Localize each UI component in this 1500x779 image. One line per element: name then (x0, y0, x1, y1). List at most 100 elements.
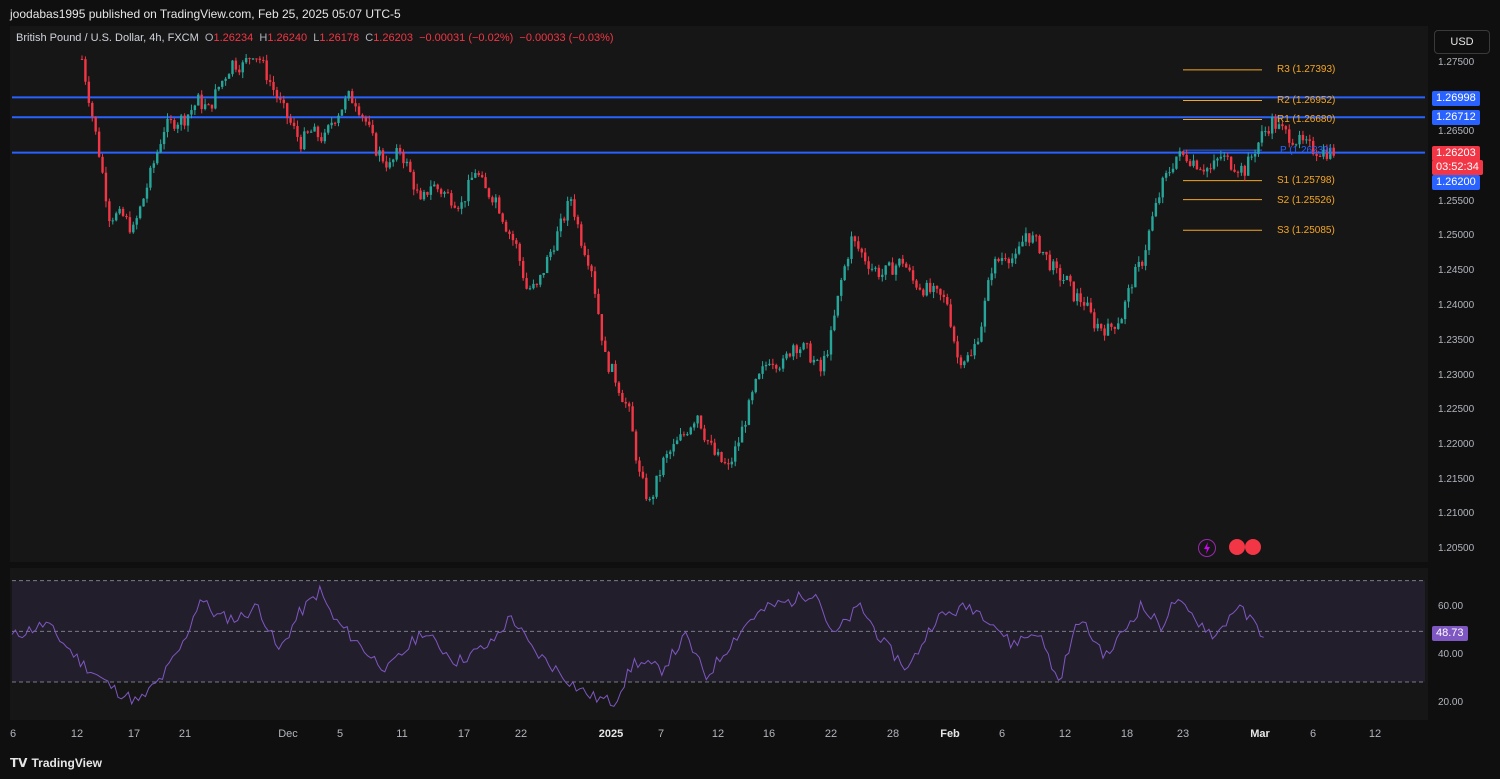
candle-body (689, 427, 692, 435)
candle-body (309, 131, 313, 133)
candle-body (915, 280, 918, 288)
candle-body (658, 475, 662, 477)
candle-body (586, 255, 590, 266)
time-axis-label: 21 (178, 728, 192, 740)
candle-body (1041, 251, 1045, 254)
candle-body (1212, 160, 1216, 169)
candle-body (1164, 173, 1168, 178)
candle-body (385, 161, 388, 168)
candle-body (1205, 168, 1209, 172)
candle-body (696, 415, 699, 424)
candle-body (532, 283, 535, 289)
candle-body (340, 109, 344, 116)
symbol-legend: British Pound / U.S. Dollar, 4h, FXCM O1… (16, 32, 614, 44)
candle-body (436, 184, 439, 190)
candle-body (368, 121, 371, 125)
candle-body (949, 304, 952, 327)
candle-body (190, 110, 193, 115)
candle-body (453, 205, 456, 208)
price-axis-label: 1.21000 (1438, 508, 1475, 519)
candle-body (135, 218, 138, 225)
candle-body (378, 150, 381, 156)
candle-body (905, 263, 908, 268)
candle-body (104, 172, 108, 202)
candle-body (426, 191, 429, 195)
candle-body (84, 59, 87, 82)
rsi-axis-label: 60.00 (1438, 601, 1464, 612)
candle-body (870, 268, 874, 270)
level-tag-2: 1.26712 (1432, 110, 1480, 125)
candle-body (224, 78, 227, 81)
candle-body (675, 440, 679, 445)
candle-body (740, 426, 744, 443)
candle-body (706, 440, 710, 442)
candle-body (1014, 253, 1017, 259)
candle-body (1062, 280, 1065, 282)
candle-body (193, 105, 197, 111)
time-axis-label: Mar (1250, 728, 1270, 740)
change-value: −0.00031 (−0.02%) (419, 32, 514, 44)
candle-body (1072, 281, 1075, 302)
candle-body (480, 175, 484, 178)
candle-body (316, 126, 320, 138)
candle-body (826, 354, 829, 356)
time-axis-label: 7 (657, 728, 665, 740)
candle-body (419, 190, 422, 200)
time-axis-label: 12 (711, 728, 725, 740)
candle-body (703, 428, 706, 441)
lightning-event-icon[interactable] (1198, 539, 1216, 557)
candle-body (1024, 233, 1028, 242)
candle-body (836, 295, 840, 316)
price-axis-label: 1.26500 (1438, 126, 1475, 137)
candle-body (833, 315, 836, 331)
candle-body (563, 218, 566, 221)
candle-body (303, 131, 306, 150)
candle-body (306, 131, 309, 133)
candle-body (1284, 126, 1288, 130)
candle-body (494, 197, 498, 203)
candle-body (1253, 154, 1257, 157)
candle-body (248, 58, 251, 60)
candle-body (963, 361, 966, 366)
candle-body (764, 365, 768, 367)
candle-body (350, 91, 354, 104)
chart-canvas (11, 54, 1425, 707)
rsi-axis-label: 40.00 (1438, 649, 1464, 660)
candle-body (412, 171, 415, 190)
candle-body (525, 278, 528, 289)
time-axis-label: 17 (457, 728, 471, 740)
candle-body (641, 471, 645, 478)
candle-body (771, 363, 775, 365)
candle-body (1052, 261, 1055, 271)
candle-body (857, 241, 860, 249)
candle-body (569, 199, 573, 201)
candle-body (217, 86, 220, 90)
candle-body (214, 89, 217, 109)
tradingview-logo[interactable]: 𝗧𝗩 TradingView (10, 756, 102, 770)
candle-body (990, 273, 993, 281)
time-axis-label: 11 (396, 728, 408, 740)
price-axis-label: 1.24000 (1438, 300, 1475, 311)
candle-body (518, 243, 521, 261)
candle-body (108, 201, 111, 222)
candle-body (501, 213, 504, 222)
candle-body (1086, 302, 1089, 306)
close-label: C (365, 32, 374, 44)
candle-body (829, 330, 833, 355)
candle-body (556, 231, 559, 251)
candle-body (111, 220, 114, 222)
us-flag-event-icon-2[interactable] (1245, 539, 1261, 555)
candle-body (1223, 155, 1226, 157)
candle-body (942, 294, 946, 298)
candle-body (398, 148, 402, 152)
currency-button[interactable]: USD (1434, 30, 1490, 54)
candle-body (149, 167, 152, 188)
candle-body (692, 423, 696, 428)
candle-body (173, 120, 176, 129)
candle-body (727, 463, 730, 465)
candle-body (925, 282, 928, 296)
candle-body (682, 434, 686, 436)
time-axis-label: 5 (336, 728, 344, 740)
candle-body (1147, 230, 1151, 251)
us-flag-event-icon[interactable] (1229, 539, 1245, 555)
